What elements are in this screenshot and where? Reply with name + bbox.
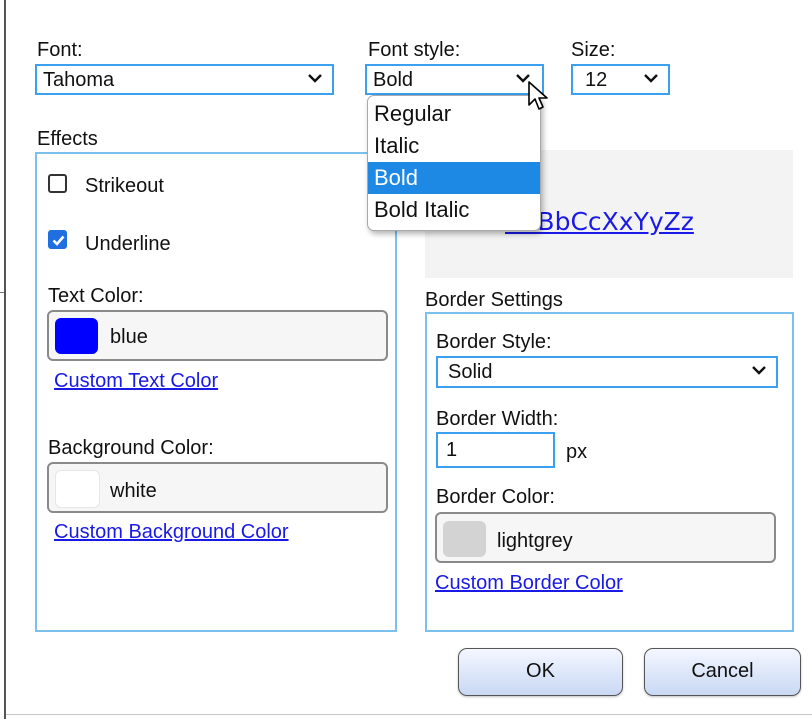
font-style-label: Font style: [368, 39, 461, 61]
font-style-option-regular[interactable]: Regular [368, 98, 540, 130]
font-style-option-bold-italic[interactable]: Bold Italic [368, 194, 540, 226]
underline-label: Underline [85, 233, 171, 255]
font-select[interactable]: Tahoma [35, 64, 334, 95]
size-select[interactable]: 12 [571, 64, 670, 95]
background-color-swatch [55, 470, 100, 508]
border-style-select[interactable]: Solid [436, 356, 778, 388]
border-width-input[interactable]: 1 [436, 432, 555, 468]
border-width-label: Border Width: [436, 408, 559, 430]
border-color-value: lightgrey [497, 530, 573, 552]
chevron-down-icon [307, 72, 325, 86]
font-style-select-value: Bold [373, 69, 414, 91]
ok-button[interactable]: OK [458, 648, 623, 696]
custom-border-color-link[interactable]: Custom Border Color [435, 571, 623, 595]
window-bottom-edge [6, 714, 812, 715]
checkmark-icon [52, 235, 65, 246]
effects-title: Effects [37, 128, 98, 150]
border-settings-title: Border Settings [425, 289, 563, 311]
border-color-swatch [443, 521, 486, 557]
font-style-dropdown-list: Regular Italic Bold Bold Italic [367, 95, 541, 231]
text-color-value: blue [110, 326, 148, 348]
size-select-value: 12 [585, 69, 608, 91]
font-select-value: Tahoma [43, 69, 115, 91]
text-color-picker[interactable]: blue [47, 310, 388, 361]
underline-checkbox[interactable] [48, 230, 67, 249]
strikeout-checkbox[interactable] [48, 174, 67, 193]
border-style-select-value: Solid [448, 361, 493, 383]
chevron-down-icon [643, 72, 661, 86]
custom-background-color-link[interactable]: Custom Background Color [54, 520, 289, 544]
border-style-label: Border Style: [436, 331, 552, 353]
mouse-cursor-icon [527, 80, 553, 117]
border-width-unit: px [566, 441, 588, 463]
size-label: Size: [571, 39, 616, 61]
text-color-swatch [55, 318, 98, 354]
cancel-button[interactable]: Cancel [644, 648, 801, 696]
background-color-value: white [110, 480, 157, 502]
background-color-label: Background Color: [48, 437, 214, 459]
window-edge-tick [0, 292, 4, 293]
background-color-picker[interactable]: white [47, 462, 388, 513]
font-style-select[interactable]: Bold [365, 64, 544, 95]
font-label: Font: [37, 39, 83, 61]
text-color-label: Text Color: [48, 285, 144, 307]
font-style-option-italic[interactable]: Italic [368, 130, 540, 162]
chevron-down-icon [751, 364, 769, 378]
custom-text-color-link[interactable]: Custom Text Color [54, 369, 218, 393]
border-color-picker[interactable]: lightgrey [435, 512, 776, 563]
border-color-label: Border Color: [436, 486, 555, 508]
font-style-option-bold[interactable]: Bold [368, 162, 540, 194]
window-left-edge [4, 0, 6, 719]
strikeout-label: Strikeout [85, 175, 164, 197]
